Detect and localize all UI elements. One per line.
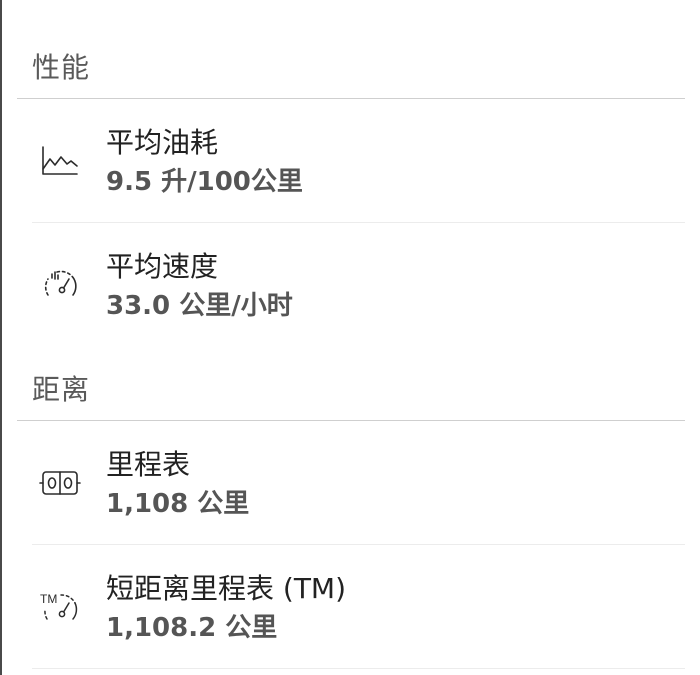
speedometer-icon	[38, 263, 82, 307]
list-item-average-speed[interactable]: 平均速度 33.0 公里/小时	[32, 223, 685, 347]
list-item-trip-meter[interactable]: TM 短距离里程表 (TM) 1,108.2 公里	[32, 545, 685, 669]
item-value: 9.5 升/100公里	[106, 167, 303, 197]
item-label: 平均速度	[106, 250, 219, 283]
list-item-odometer[interactable]: 里程表 1,108 公里	[32, 421, 685, 545]
chart-icon	[38, 139, 82, 183]
odometer-icon	[38, 461, 82, 505]
item-value: 33.0 公里/小时	[106, 291, 293, 321]
section-title: 距离	[32, 373, 91, 406]
section-header-distance: 距离	[17, 347, 685, 421]
section-header-performance: 性能	[17, 0, 685, 99]
item-label: 平均油耗	[106, 126, 219, 159]
trip-meter-icon: TM	[38, 585, 82, 629]
item-label: 里程表	[106, 448, 191, 481]
section-title: 性能	[32, 51, 91, 84]
item-label: 短距离里程表 (TM)	[106, 572, 347, 605]
panel-left-border	[0, 0, 2, 675]
vehicle-stats-panel: 性能 平均油耗 9.5 升/100公里 平均速度 33.0 公里/小时 距离 里…	[17, 0, 685, 669]
list-item-average-fuel-consumption[interactable]: 平均油耗 9.5 升/100公里	[32, 99, 685, 223]
svg-text:TM: TM	[40, 592, 57, 606]
item-value: 1,108.2 公里	[106, 613, 278, 643]
item-value: 1,108 公里	[106, 489, 250, 519]
